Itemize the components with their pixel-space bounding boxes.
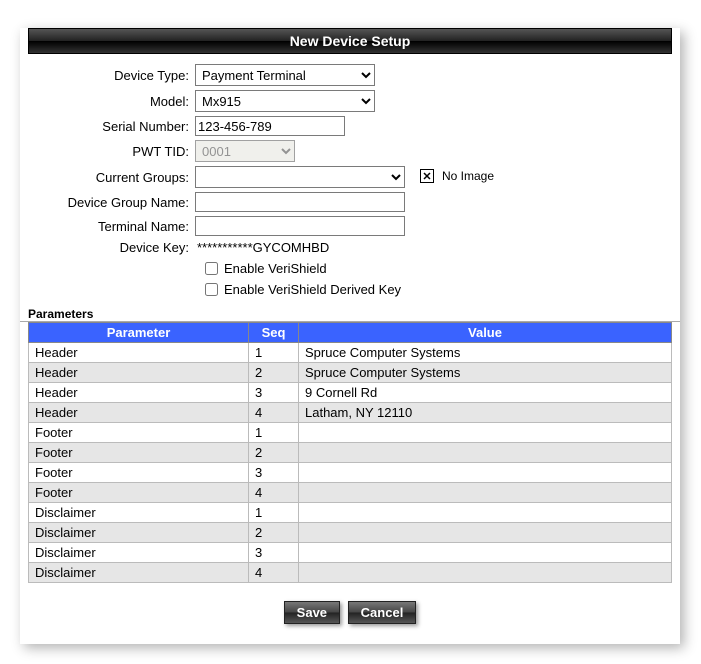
- device-type-label: Device Type:: [40, 68, 195, 83]
- cell-seq: 3: [249, 543, 299, 563]
- cell-parameter: Footer: [29, 483, 249, 503]
- table-row: Disclaimer2: [29, 523, 672, 543]
- cell-seq: 3: [249, 463, 299, 483]
- cell-value: Spruce Computer Systems: [299, 363, 672, 383]
- cell-seq: 1: [249, 503, 299, 523]
- device-group-name-label: Device Group Name:: [40, 195, 195, 210]
- col-seq: Seq: [249, 323, 299, 343]
- save-button[interactable]: Save: [284, 601, 340, 624]
- table-row: Footer2: [29, 443, 672, 463]
- current-groups-label: Current Groups:: [40, 170, 195, 185]
- enable-verishield-checkbox[interactable]: [205, 262, 218, 275]
- model-label: Model:: [40, 94, 195, 109]
- cell-value: [299, 443, 672, 463]
- cell-parameter: Disclaimer: [29, 543, 249, 563]
- cell-value: Spruce Computer Systems: [299, 343, 672, 363]
- table-row: Header2Spruce Computer Systems: [29, 363, 672, 383]
- enable-verishield-label: Enable VeriShield: [224, 261, 327, 276]
- cell-parameter: Header: [29, 343, 249, 363]
- device-setup-panel: New Device Setup Device Type: Payment Te…: [20, 28, 680, 644]
- table-row: Footer1: [29, 423, 672, 443]
- cell-value: [299, 543, 672, 563]
- serial-number-input[interactable]: [195, 116, 345, 136]
- cell-seq: 2: [249, 443, 299, 463]
- cell-value: [299, 423, 672, 443]
- cell-seq: 4: [249, 483, 299, 503]
- cell-seq: 1: [249, 423, 299, 443]
- cell-value: [299, 523, 672, 543]
- parameters-section-title: Parameters: [20, 305, 680, 322]
- button-bar: Save Cancel: [20, 601, 680, 624]
- table-row: Header4Latham, NY 12110: [29, 403, 672, 423]
- col-parameter: Parameter: [29, 323, 249, 343]
- cell-seq: 4: [249, 403, 299, 423]
- model-select[interactable]: Mx915: [195, 90, 375, 112]
- terminal-name-input[interactable]: [195, 216, 405, 236]
- device-type-select[interactable]: Payment Terminal: [195, 64, 375, 86]
- no-image-icon: ✕: [420, 169, 434, 183]
- cell-value: [299, 563, 672, 583]
- cell-parameter: Header: [29, 363, 249, 383]
- enable-verishield-derived-label: Enable VeriShield Derived Key: [224, 282, 401, 297]
- col-value: Value: [299, 323, 672, 343]
- cancel-button[interactable]: Cancel: [348, 601, 417, 624]
- cell-value: [299, 463, 672, 483]
- cell-parameter: Header: [29, 403, 249, 423]
- cell-seq: 2: [249, 523, 299, 543]
- pwt-tid-label: PWT TID:: [40, 144, 195, 159]
- cell-parameter: Header: [29, 383, 249, 403]
- table-row: Disclaimer1: [29, 503, 672, 523]
- cell-seq: 2: [249, 363, 299, 383]
- table-row: Footer4: [29, 483, 672, 503]
- cell-seq: 3: [249, 383, 299, 403]
- cell-value: Latham, NY 12110: [299, 403, 672, 423]
- cell-parameter: Footer: [29, 443, 249, 463]
- cell-parameter: Disclaimer: [29, 523, 249, 543]
- cell-parameter: Footer: [29, 423, 249, 443]
- table-row: Disclaimer4: [29, 563, 672, 583]
- cell-parameter: Disclaimer: [29, 503, 249, 523]
- page-title: New Device Setup: [28, 28, 672, 54]
- enable-verishield-derived-checkbox[interactable]: [205, 283, 218, 296]
- device-key-value: ***********GYCOMHBD: [195, 240, 329, 255]
- cell-value: [299, 503, 672, 523]
- cell-seq: 4: [249, 563, 299, 583]
- table-row: Header39 Cornell Rd: [29, 383, 672, 403]
- cell-seq: 1: [249, 343, 299, 363]
- terminal-name-label: Terminal Name:: [40, 219, 195, 234]
- no-image-label: No Image: [442, 169, 494, 183]
- no-image-area: ✕ No Image: [420, 169, 494, 183]
- cell-parameter: Footer: [29, 463, 249, 483]
- pwt-tid-select: 0001: [195, 140, 295, 162]
- parameters-table: Parameter Seq Value Header1Spruce Comput…: [28, 322, 672, 583]
- form-area: Device Type: Payment Terminal Model: Mx9…: [20, 64, 680, 299]
- serial-number-label: Serial Number:: [40, 119, 195, 134]
- device-key-label: Device Key:: [40, 240, 195, 255]
- table-row: Header1Spruce Computer Systems: [29, 343, 672, 363]
- device-group-name-input[interactable]: [195, 192, 405, 212]
- cell-value: 9 Cornell Rd: [299, 383, 672, 403]
- table-row: Disclaimer3: [29, 543, 672, 563]
- current-groups-select[interactable]: [195, 166, 405, 188]
- cell-value: [299, 483, 672, 503]
- cell-parameter: Disclaimer: [29, 563, 249, 583]
- table-row: Footer3: [29, 463, 672, 483]
